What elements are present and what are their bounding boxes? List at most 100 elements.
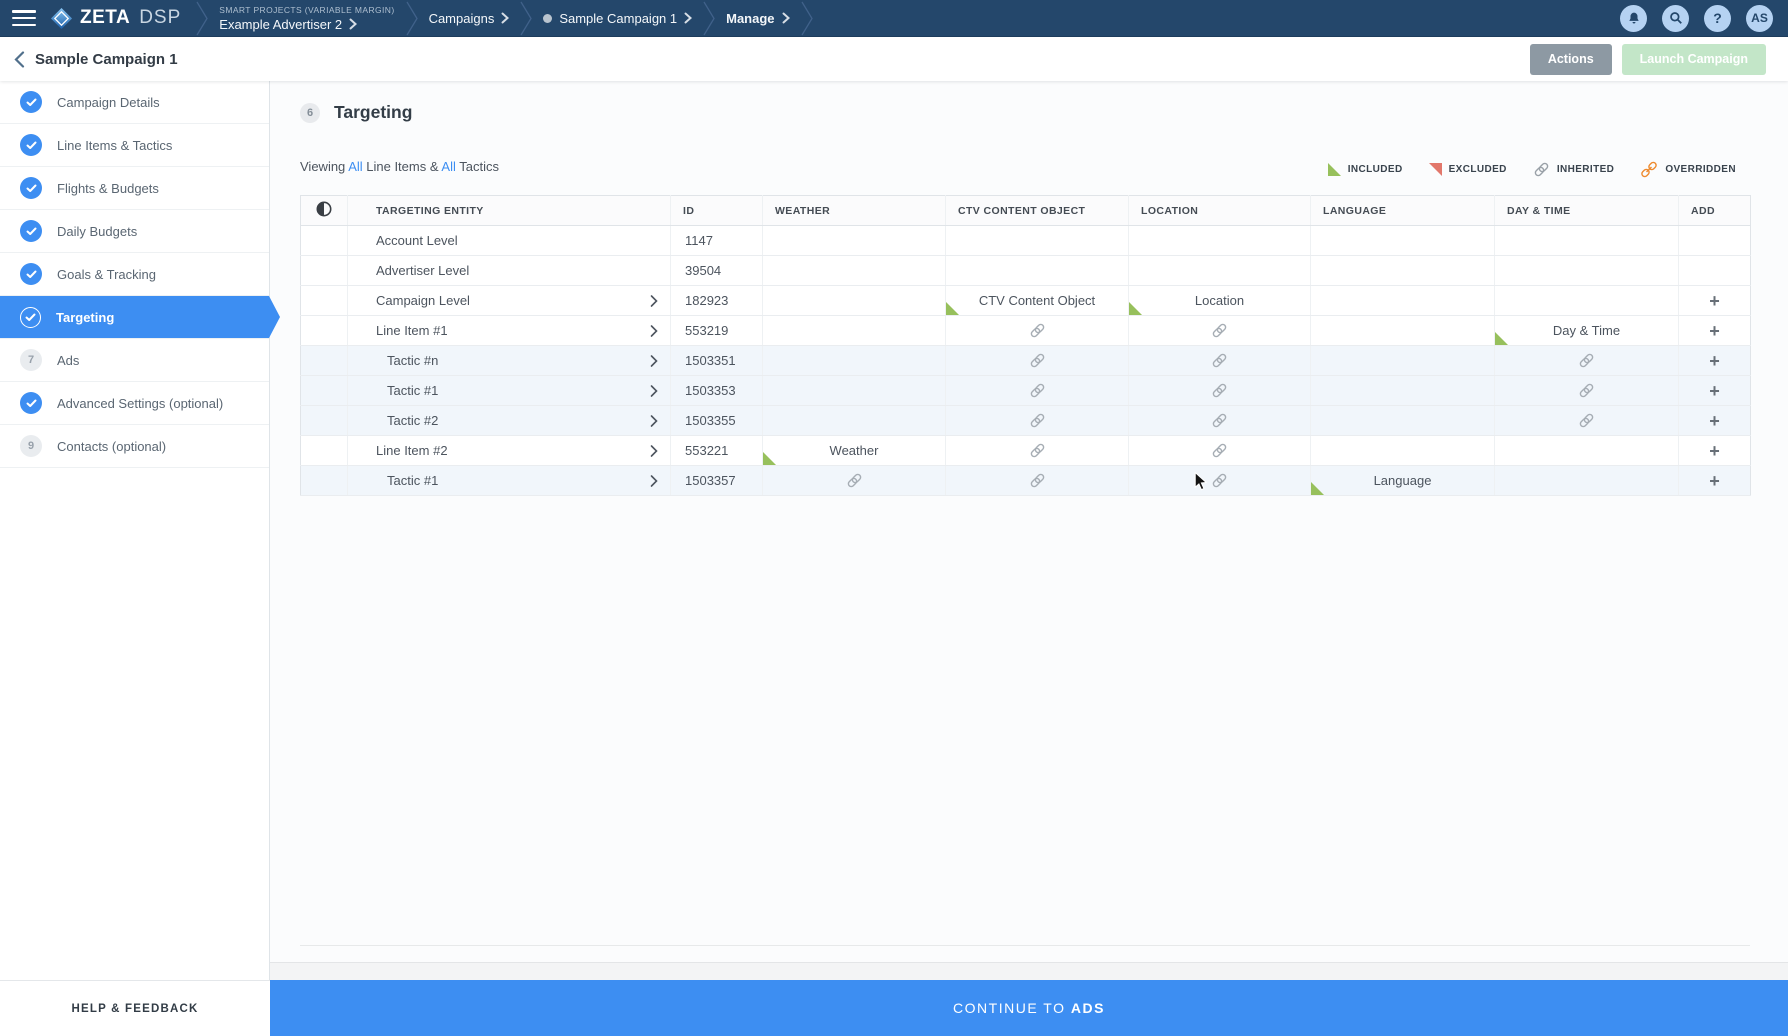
add-targeting-button[interactable]: + bbox=[1709, 352, 1720, 370]
expand-chevron-right-icon[interactable] bbox=[650, 324, 658, 337]
entity-label: Tactic #1 bbox=[387, 473, 438, 488]
hamburger-menu-button[interactable] bbox=[12, 10, 36, 26]
viewing-all-line-items-link[interactable]: All bbox=[348, 159, 362, 174]
breadcrumb-example-advertiser-2[interactable]: SMART PROJECTS (VARIABLE MARGIN)Example … bbox=[209, 0, 404, 36]
ctv-cell bbox=[946, 346, 1129, 376]
search-button[interactable] bbox=[1662, 5, 1689, 32]
add-targeting-button[interactable]: + bbox=[1709, 442, 1720, 460]
breadcrumb-label: Campaigns bbox=[429, 11, 495, 26]
included-triangle-icon bbox=[763, 452, 776, 465]
header-buttons: Actions Launch Campaign bbox=[1530, 44, 1788, 75]
id-cell: 182923 bbox=[671, 286, 763, 316]
id-cell: 1503357 bbox=[671, 466, 763, 496]
included-triangle-icon bbox=[1129, 302, 1142, 315]
inherited-link-icon bbox=[1029, 382, 1046, 399]
location-cell bbox=[1129, 436, 1311, 466]
legend-item-overridden: OVERRIDDEN bbox=[1640, 161, 1736, 178]
id-cell: 1503353 bbox=[671, 376, 763, 406]
contrast-toggle-icon[interactable] bbox=[301, 196, 348, 226]
table-row-line-item-1-553219[interactable]: Line Item #1553219Day & Time+ bbox=[301, 316, 1751, 346]
targeting-table: TARGETING ENTITYIDWEATHERCTV CONTENT OBJ… bbox=[300, 195, 1751, 496]
ctv-cell: CTV Content Object bbox=[946, 286, 1129, 316]
add-targeting-button[interactable]: + bbox=[1709, 382, 1720, 400]
table-row-tactic-1-1503357[interactable]: Tactic #1 1503357 Language + bbox=[301, 466, 1751, 496]
zeta-dsp-logo[interactable]: ZETA DSP bbox=[50, 7, 181, 30]
continue-prefix: CONTINUE TO bbox=[953, 1000, 1071, 1016]
inherited-link-icon bbox=[1029, 412, 1046, 429]
location-cell: Location bbox=[1129, 286, 1311, 316]
column-header-location: LOCATION bbox=[1129, 196, 1311, 226]
entity-label: Account Level bbox=[376, 233, 458, 248]
help-feedback-button[interactable]: HELP & FEEDBACK bbox=[0, 980, 270, 1036]
expand-chevron-right-icon[interactable] bbox=[650, 294, 658, 307]
viewing-prefix: Viewing bbox=[300, 159, 348, 174]
expand-chevron-right-icon[interactable] bbox=[650, 384, 658, 397]
column-header-targeting-entity: TARGETING ENTITY bbox=[348, 196, 671, 226]
broken-link-icon bbox=[1640, 161, 1658, 178]
location-cell bbox=[1129, 376, 1311, 406]
step-number-icon: 9 bbox=[20, 435, 42, 457]
launch-campaign-button[interactable]: Launch Campaign bbox=[1622, 44, 1766, 75]
sidebar-item-daily-budgets[interactable]: Daily Budgets bbox=[0, 210, 269, 253]
entity-label: Campaign Level bbox=[376, 293, 470, 308]
table-row-account-level-1147[interactable]: Account Level1147 bbox=[301, 226, 1751, 256]
sidebar-item-line-items-tactics[interactable]: Line Items & Tactics bbox=[0, 124, 269, 167]
table-row-tactic-1-1503353[interactable]: Tactic #11503353+ bbox=[301, 376, 1751, 406]
daytime-cell bbox=[1495, 436, 1679, 466]
viewing-all-tactics-link[interactable]: All bbox=[441, 159, 455, 174]
expand-chevron-right-icon[interactable] bbox=[650, 444, 658, 457]
legend: INCLUDEDEXCLUDEDINHERITEDOVERRIDDEN bbox=[1328, 161, 1736, 178]
language-cell: Language bbox=[1311, 466, 1495, 496]
breadcrumb-label: Sample Campaign 1 bbox=[559, 11, 677, 26]
chevron-down-icon bbox=[349, 18, 357, 30]
table-row-campaign-level-182923[interactable]: Campaign Level 182923 CTV Content Object Lo… bbox=[301, 286, 1751, 316]
expand-chevron-right-icon[interactable] bbox=[650, 414, 658, 427]
table-row-line-item-2-553221[interactable]: Line Item #2553221Weather+ bbox=[301, 436, 1751, 466]
check-circle-icon bbox=[20, 392, 42, 414]
sidebar-item-campaign-details[interactable]: Campaign Details bbox=[0, 81, 269, 124]
weather-cell bbox=[763, 286, 946, 316]
breadcrumb-manage[interactable]: Manage bbox=[716, 0, 799, 36]
inherited-link-icon bbox=[1029, 352, 1046, 369]
horizontal-scrollbar-track[interactable] bbox=[270, 962, 1788, 980]
add-targeting-button[interactable]: + bbox=[1709, 322, 1720, 340]
help-button[interactable]: ? bbox=[1704, 5, 1731, 32]
breadcrumb-sample-campaign-1[interactable]: Sample Campaign 1 bbox=[533, 0, 702, 36]
add-targeting-button[interactable]: + bbox=[1709, 292, 1720, 310]
expand-chevron-right-icon[interactable] bbox=[650, 474, 658, 487]
sidebar-item-targeting[interactable]: Targeting bbox=[0, 296, 269, 339]
sidebar-item-contacts-optional[interactable]: 9Contacts (optional) bbox=[0, 425, 269, 468]
language-cell bbox=[1311, 406, 1495, 436]
brand-dsp: DSP bbox=[139, 7, 181, 29]
status-cell bbox=[301, 286, 348, 316]
column-header-id: ID bbox=[671, 196, 763, 226]
add-targeting-button[interactable]: + bbox=[1709, 412, 1720, 430]
daytime-cell bbox=[1495, 286, 1679, 316]
targeting-value-label: CTV Content Object bbox=[979, 293, 1095, 308]
back-button[interactable] bbox=[14, 51, 25, 68]
actions-button[interactable]: Actions bbox=[1530, 44, 1612, 75]
inherited-link-icon bbox=[1578, 382, 1595, 399]
add-cell: + bbox=[1679, 286, 1751, 316]
notifications-button[interactable] bbox=[1620, 5, 1647, 32]
sidebar-item-flights-budgets[interactable]: Flights & Budgets bbox=[0, 167, 269, 210]
sidebar: Campaign DetailsLine Items & TacticsFlig… bbox=[0, 81, 270, 980]
table-row-advertiser-level-39504[interactable]: Advertiser Level39504 bbox=[301, 256, 1751, 286]
sidebar-item-ads[interactable]: 7Ads bbox=[0, 339, 269, 382]
weather-cell bbox=[763, 316, 946, 346]
table-row-tactic-2-1503355[interactable]: Tactic #21503355+ bbox=[301, 406, 1751, 436]
breadcrumb-campaigns[interactable]: Campaigns bbox=[419, 0, 520, 36]
inherited-link-icon bbox=[1211, 352, 1228, 369]
avatar[interactable]: AS bbox=[1746, 5, 1773, 32]
daytime-cell: Day & Time bbox=[1495, 316, 1679, 346]
table-row-tactic-n-1503351[interactable]: Tactic #n1503351+ bbox=[301, 346, 1751, 376]
continue-to-ads-button[interactable]: CONTINUE TO ADS bbox=[270, 980, 1788, 1036]
inherited-link-icon bbox=[1211, 412, 1228, 429]
sidebar-item-advanced-settings-optional[interactable]: Advanced Settings (optional) bbox=[0, 382, 269, 425]
location-cell bbox=[1129, 346, 1311, 376]
sidebar-item-goals-tracking[interactable]: Goals & Tracking bbox=[0, 253, 269, 296]
location-cell bbox=[1129, 226, 1311, 256]
add-targeting-button[interactable]: + bbox=[1709, 472, 1720, 490]
add-cell: + bbox=[1679, 316, 1751, 346]
expand-chevron-right-icon[interactable] bbox=[650, 354, 658, 367]
